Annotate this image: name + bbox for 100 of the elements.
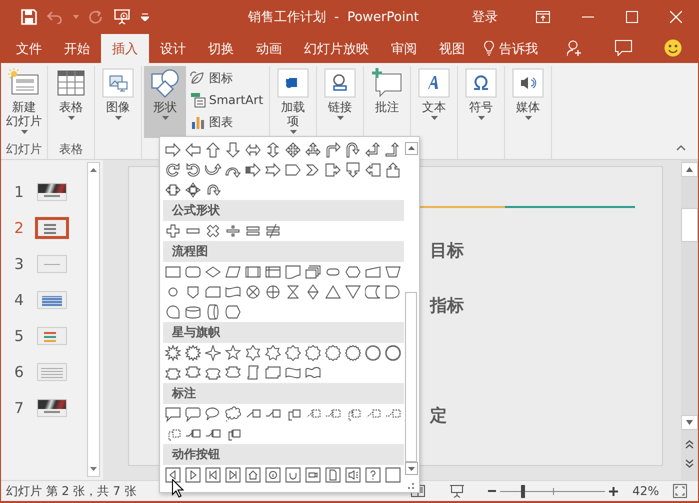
zoom-in-icon[interactable] [609,486,618,496]
wave-icon[interactable] [285,365,301,381]
customize-icon[interactable] [141,12,149,20]
down-arrow-icon[interactable] [225,142,241,158]
left-arrow-icon[interactable] [185,142,201,158]
bent-arrow-icon[interactable] [325,142,341,158]
collapse-ribbon-icon[interactable] [676,145,686,151]
scrollbar-thumb[interactable] [681,208,698,242]
delay-icon[interactable] [385,284,401,300]
blank-button-icon[interactable] [385,467,401,483]
scroll-up-icon[interactable] [90,168,97,172]
sign-in-link[interactable]: 登录 [472,8,498,26]
manual-input-icon[interactable] [365,264,381,280]
ribbon-tab[interactable]: 开始 [53,34,101,63]
forward-button-icon[interactable] [185,467,201,483]
card-icon[interactable] [205,284,221,300]
seal-icon[interactable] [385,345,401,361]
tell-me-button[interactable]: 告诉我 [476,34,546,63]
end-button-icon[interactable] [225,467,241,483]
fit-to-window-icon[interactable] [673,484,687,498]
right-arrow-icon[interactable] [165,142,181,158]
multidocument-icon[interactable] [305,264,321,280]
links-button[interactable]: 链接 [319,66,362,138]
ribbon-tab[interactable]: 审阅 [380,34,428,63]
scrollbar[interactable] [87,162,100,477]
text-button[interactable]: 文本 [413,66,456,138]
seal-icon[interactable] [305,345,321,361]
ribbon-tab[interactable]: 文件 [5,34,53,63]
quad-arrow-icon[interactable] [285,142,301,158]
arrow-callout-icon[interactable] [165,182,181,198]
diamond-icon[interactable] [205,264,221,280]
maximize-icon[interactable] [626,10,638,22]
slide-thumbnail[interactable] [37,183,67,201]
document-shape-icon[interactable] [285,264,301,280]
slide-thumbnail[interactable] [37,255,67,273]
plus-icon[interactable] [165,223,181,239]
beginning-button-icon[interactable] [205,467,221,483]
left-up-arrow-icon[interactable] [365,142,381,158]
circular-arrow-icon[interactable] [205,182,221,198]
curved-arrow-icon[interactable] [165,162,181,178]
sequential-storage-icon[interactable] [165,304,181,320]
scrollbar-thumb[interactable] [405,292,418,462]
media-button[interactable]: 媒体 [507,66,550,138]
star-icon[interactable] [225,345,241,361]
explosion-icon[interactable] [165,345,181,361]
presentation-icon[interactable] [450,484,464,498]
information-button-icon[interactable] [265,467,281,483]
cylinder-icon[interactable] [185,304,201,320]
ribbon-tab[interactable]: 插入 [101,34,149,63]
up-arrow-icon[interactable] [205,142,221,158]
curved-arrow-icon[interactable] [205,162,221,178]
seal-icon[interactable] [345,345,361,361]
document-button-icon[interactable] [325,467,341,483]
up-down-arrow-icon[interactable] [265,142,281,158]
arrow-callout-icon[interactable] [385,162,401,178]
hexagon-icon[interactable] [345,264,361,280]
scroll-up-icon[interactable] [404,142,418,155]
pentagon-icon[interactable] [285,162,301,178]
home-button-icon[interactable] [245,467,261,483]
striped-arrow-icon[interactable] [245,162,261,178]
images-button[interactable]: 图像 [97,66,139,138]
sort-icon[interactable] [305,284,321,300]
star-icon[interactable] [245,345,261,361]
addins-button[interactable]: 加载 项 [272,66,314,138]
wave-icon[interactable] [305,365,321,381]
slide-thumbnail[interactable] [35,217,69,239]
slide-thumbnail[interactable] [37,327,67,345]
ribbon-tab[interactable]: 动画 [245,34,293,63]
u-turn-arrow-icon[interactable] [345,142,361,158]
sound-button-icon[interactable] [345,467,361,483]
arrow-callout-icon[interactable] [325,162,341,178]
bent-up-arrow-icon[interactable] [385,142,401,158]
ribbon-options-icon[interactable] [536,10,550,22]
left-right-arrow-icon[interactable] [245,142,261,158]
scroll-icon[interactable] [265,365,281,381]
slide-thumbnail[interactable] [37,399,67,417]
chart-button[interactable]: 图表 [190,113,264,131]
minimize-icon[interactable] [582,16,594,18]
direct-access-icon[interactable] [205,304,221,320]
triple-arrow-icon[interactable] [305,142,321,158]
smiley-icon[interactable] [664,39,682,57]
seal-icon[interactable] [365,345,381,361]
symbols-button[interactable]: 符号 [460,66,502,138]
curved-arrow-icon[interactable] [185,162,201,178]
scroll-down-icon[interactable] [404,462,418,475]
multiply-icon[interactable] [205,223,221,239]
ribbon-tab[interactable]: 视图 [428,34,476,63]
smartart-button[interactable]: SmartArt [190,91,264,109]
summing-junction-icon[interactable] [245,284,261,300]
ribbon-tab[interactable]: 切换 [197,34,245,63]
triangle-icon[interactable] [345,284,361,300]
slide-thumbnail[interactable] [37,363,67,381]
next-slide-icon[interactable] [685,459,694,468]
divide-icon[interactable] [225,223,241,239]
punched-tape-icon[interactable] [225,284,241,300]
thought-bubble-icon[interactable] [225,406,241,422]
trapezoid-icon[interactable] [385,264,401,280]
chevron-icon[interactable] [305,162,321,178]
star-icon[interactable] [205,345,221,361]
comment-icon[interactable] [615,40,632,56]
